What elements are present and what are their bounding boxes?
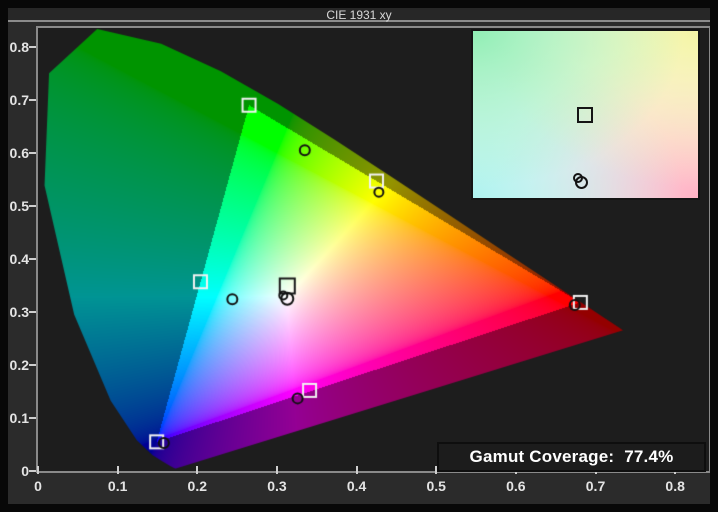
x-tick-label: 0.3 (267, 478, 287, 494)
x-tick-label: 0.5 (426, 478, 446, 494)
y-tick (29, 98, 36, 101)
y-tick (29, 310, 36, 313)
white-point-zoom-inset (471, 29, 700, 200)
x-tick-label: 0.4 (346, 478, 367, 494)
y-tick-label: 0.3 (9, 303, 29, 320)
y-tick-label: 0 (21, 463, 29, 479)
y-tick-label: 0.7 (9, 91, 29, 108)
y-tick-label: 0.1 (9, 409, 29, 426)
y-tick-label: 0.5 (9, 197, 29, 214)
x-tick-label: 0.6 (506, 478, 526, 494)
y-tick (29, 45, 36, 48)
y-tick-label: 0.2 (9, 356, 29, 373)
y-tick (29, 204, 36, 207)
y-tick (29, 416, 36, 419)
y-tick-label: 0.8 (9, 38, 29, 55)
y-tick (29, 470, 36, 472)
gamut-coverage-label: Gamut Coverage: (469, 447, 615, 466)
y-tick (29, 257, 36, 260)
title-bar: CIE 1931 xy (8, 8, 710, 22)
y-tick-label: 0.6 (9, 144, 29, 161)
x-tick (275, 466, 278, 474)
x-tick-label: 0.2 (187, 478, 208, 494)
app-window: CIE 1931 xy 0 0.1 0.2 0.3 0.4 0.5 0.6 0.7 0.8 0 0… (0, 0, 718, 512)
x-tick (116, 466, 119, 474)
y-tick-label: 0.4 (9, 250, 29, 267)
x-tick-label: 0.7 (585, 478, 606, 494)
x-tick (355, 466, 358, 474)
gamut-coverage-badge: Gamut Coverage: 77.4% (437, 442, 706, 472)
x-tick-label: 0.1 (107, 478, 128, 494)
x-tick (37, 466, 39, 474)
y-tick (29, 363, 36, 366)
inset-white-point-target-square (577, 107, 594, 123)
page-title: CIE 1931 xy (326, 8, 392, 22)
y-tick (29, 151, 36, 154)
x-tick-label: 0.8 (665, 478, 685, 494)
inset-white-point-measured-circle (572, 173, 583, 184)
x-tick-label: 0 (34, 478, 42, 494)
gamut-coverage-value: 77.4% (624, 447, 674, 466)
x-tick (196, 466, 199, 474)
